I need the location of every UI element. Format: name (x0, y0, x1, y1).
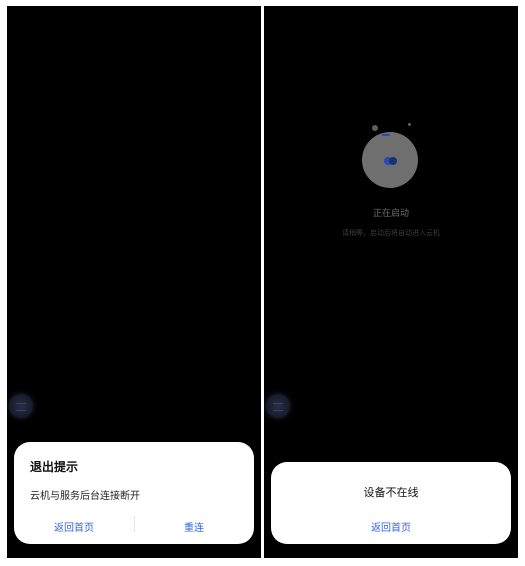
float-ball-icon[interactable] (266, 394, 290, 418)
float-ball-glyph (16, 403, 26, 411)
float-ball-glyph (273, 403, 283, 411)
dialog-message: 设备不在线 (363, 486, 419, 499)
reconnect-button[interactable]: 重连 (134, 519, 254, 534)
back-home-button[interactable]: 返回首页 (14, 519, 134, 534)
loading-bubble (372, 125, 378, 131)
offline-dialog: 设备不在线 返回首页 (271, 462, 511, 544)
loading-bubble-small (408, 123, 411, 126)
dialog-message: 云机与服务后台连接断开 (30, 491, 140, 502)
screenshot-frame: 退出提示 云机与服务后台连接断开 返回首页 重连 正在启动 请稍等，启动后将自动… (0, 0, 525, 566)
loading-hint: 请稍等，启动后将自动进入云机 (342, 229, 440, 237)
spinner-arc (382, 134, 390, 136)
left-phone-screen: 退出提示 云机与服务后台连接断开 返回首页 重连 (7, 6, 261, 558)
back-home-button[interactable]: 返回首页 (271, 519, 511, 534)
loading-spinner-icon (362, 132, 418, 188)
loading-status: 正在启动 (372, 209, 409, 219)
exit-dialog: 退出提示 云机与服务后台连接断开 返回首页 重连 (14, 442, 254, 544)
right-phone-screen: 正在启动 请稍等，启动后将自动进入云机 设备不在线 返回首页 (264, 6, 518, 558)
dialog-title: 退出提示 (30, 460, 79, 474)
float-ball-icon[interactable] (9, 394, 33, 418)
spinner-dot-secondary (389, 157, 397, 165)
